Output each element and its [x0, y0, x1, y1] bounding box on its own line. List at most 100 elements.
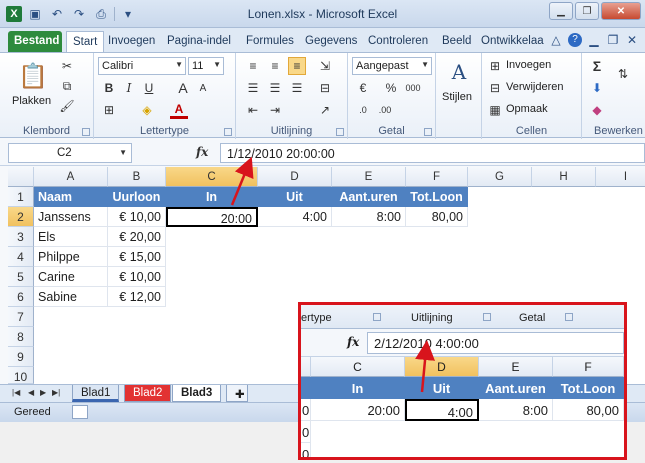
tab-insert[interactable]: Invoegen	[102, 31, 161, 52]
styles-button[interactable]: Stijlen	[442, 91, 472, 103]
cell-c2[interactable]: 20:00	[166, 207, 258, 227]
tab-developer[interactable]: Ontwikkelaa	[475, 31, 550, 52]
tab-page-layout[interactable]: Pagina-indel	[161, 31, 237, 52]
cell-b4[interactable]: € 15,00	[108, 247, 166, 267]
help-icon[interactable]: ?	[568, 33, 582, 47]
copy-icon[interactable]: ⧉	[58, 77, 76, 95]
sort-filter-icon[interactable]: ⇅	[614, 65, 632, 83]
cell-e2[interactable]: 8:00	[332, 207, 406, 227]
increase-decimal-icon[interactable]: .0	[354, 101, 372, 119]
percent-button[interactable]: %	[382, 79, 400, 97]
doc-minimize-icon[interactable]: ▁	[587, 33, 601, 47]
tab-data[interactable]: Gegevens	[299, 31, 363, 52]
tab-formulas[interactable]: Formules	[240, 31, 300, 52]
underline-button[interactable]: U	[140, 79, 158, 97]
cell-e1[interactable]: Aant.uren	[332, 187, 406, 207]
number-launcher-icon[interactable]	[424, 128, 432, 136]
row-header-4[interactable]: 4	[8, 247, 34, 267]
grow-font-button[interactable]: A	[174, 79, 192, 97]
cell-b5[interactable]: € 10,00	[108, 267, 166, 287]
cell-b6[interactable]: € 12,00	[108, 287, 166, 307]
borders-icon[interactable]: ⊞	[100, 101, 118, 119]
paste-icon[interactable]: 📋	[18, 59, 48, 93]
align-right-icon[interactable]: ☰	[288, 79, 306, 97]
cell-a3[interactable]: Els	[34, 227, 108, 247]
fill-color-icon[interactable]: ◈	[138, 101, 156, 119]
next-sheet-icon[interactable]: ▶	[40, 388, 46, 397]
cell-b2[interactable]: € 10,00	[108, 207, 166, 227]
orientation-icon[interactable]: ↗	[316, 101, 334, 119]
tab-start[interactable]: Start	[66, 31, 105, 52]
paste-button[interactable]: Plakken	[12, 95, 51, 107]
align-center-icon[interactable]: ☰	[266, 79, 284, 97]
row-header-5[interactable]: 5	[8, 267, 34, 287]
cell-f1[interactable]: Tot.Loon	[406, 187, 468, 207]
insert-function-icon[interactable]: fx	[196, 145, 208, 159]
last-sheet-icon[interactable]: ▶|	[52, 388, 60, 397]
align-left-icon[interactable]: ☰	[244, 79, 262, 97]
tab-view[interactable]: Beeld	[436, 31, 477, 52]
font-size-select[interactable]: 11 ▼	[188, 57, 224, 75]
autosum-button[interactable]: Σ	[588, 57, 606, 75]
column-header-f[interactable]: F	[406, 167, 468, 187]
thousands-button[interactable]: 000	[404, 79, 422, 97]
row-header-10[interactable]: 10	[8, 367, 34, 384]
cell-c1[interactable]: In	[166, 187, 258, 207]
tab-file[interactable]: Bestand	[8, 31, 62, 52]
number-format-select[interactable]: Aangepast ▼	[352, 57, 432, 75]
first-sheet-icon[interactable]: |◀	[12, 388, 20, 397]
font-color-icon[interactable]: A	[170, 101, 188, 119]
row-header-2[interactable]: 2	[8, 207, 34, 227]
tab-review[interactable]: Controleren	[362, 31, 434, 52]
alignment-launcher-icon[interactable]	[336, 128, 344, 136]
increase-indent-icon[interactable]: ⇥	[266, 101, 284, 119]
doc-close-icon[interactable]: ✕	[625, 33, 639, 47]
column-header-b[interactable]: B	[108, 167, 166, 187]
styles-icon[interactable]: A	[446, 59, 472, 85]
row-header-9[interactable]: 9	[8, 347, 34, 367]
name-box[interactable]: C2 ▼	[8, 143, 132, 163]
shrink-font-button[interactable]: A	[194, 79, 212, 97]
merge-center-icon[interactable]: ⊟	[316, 79, 334, 97]
row-header-8[interactable]: 8	[8, 327, 34, 347]
format-cells-button[interactable]: Opmaak	[506, 103, 548, 115]
insert-cells-button[interactable]: Invoegen	[506, 59, 551, 71]
close-button[interactable]: ✕	[601, 2, 641, 20]
restore-button[interactable]: ❐	[575, 2, 599, 20]
cell-a4[interactable]: Philppe	[34, 247, 108, 267]
sheet-tab-blad2[interactable]: Blad2	[124, 385, 172, 402]
row-header-3[interactable]: 3	[8, 227, 34, 247]
cut-icon[interactable]: ✂	[58, 57, 76, 75]
cell-b1[interactable]: Uurloon	[108, 187, 166, 207]
font-name-select[interactable]: Calibri ▼	[98, 57, 186, 75]
cell-a1[interactable]: Naam	[34, 187, 108, 207]
format-painter-icon[interactable]: 🖌	[58, 97, 76, 115]
decrease-decimal-icon[interactable]: .00	[376, 101, 394, 119]
align-bottom-icon[interactable]: ≡	[288, 57, 306, 75]
row-header-1[interactable]: 1	[8, 187, 34, 207]
insert-cells-icon[interactable]: ⊞	[486, 57, 504, 75]
column-header-a[interactable]: A	[34, 167, 108, 187]
column-header-d[interactable]: D	[258, 167, 332, 187]
italic-button[interactable]: I	[120, 79, 138, 97]
clipboard-launcher-icon[interactable]	[82, 128, 90, 136]
prev-sheet-icon[interactable]: ◀	[28, 388, 34, 397]
align-middle-icon[interactable]: ≡	[266, 57, 284, 75]
minimize-button[interactable]: ▁	[549, 2, 573, 20]
column-header-c[interactable]: C	[166, 167, 258, 187]
column-header-i[interactable]: I	[596, 167, 645, 187]
minimize-ribbon-icon[interactable]: △	[549, 33, 563, 47]
fill-icon[interactable]: ⬇	[588, 79, 606, 97]
row-header-6[interactable]: 6	[8, 287, 34, 307]
cell-d2[interactable]: 4:00	[258, 207, 332, 227]
cell-a6[interactable]: Sabine	[34, 287, 108, 307]
column-header-e[interactable]: E	[332, 167, 406, 187]
delete-cells-icon[interactable]: ⊟	[486, 79, 504, 97]
row-header-7[interactable]: 7	[8, 307, 34, 327]
column-header-h[interactable]: H	[532, 167, 596, 187]
formula-input[interactable]: 1/12/2010 20:00:00	[220, 143, 645, 163]
new-sheet-icon[interactable]: ✚	[226, 385, 248, 402]
cell-f2[interactable]: 80,00	[406, 207, 468, 227]
currency-button[interactable]: €	[354, 79, 372, 97]
doc-restore-icon[interactable]: ❐	[606, 33, 620, 47]
